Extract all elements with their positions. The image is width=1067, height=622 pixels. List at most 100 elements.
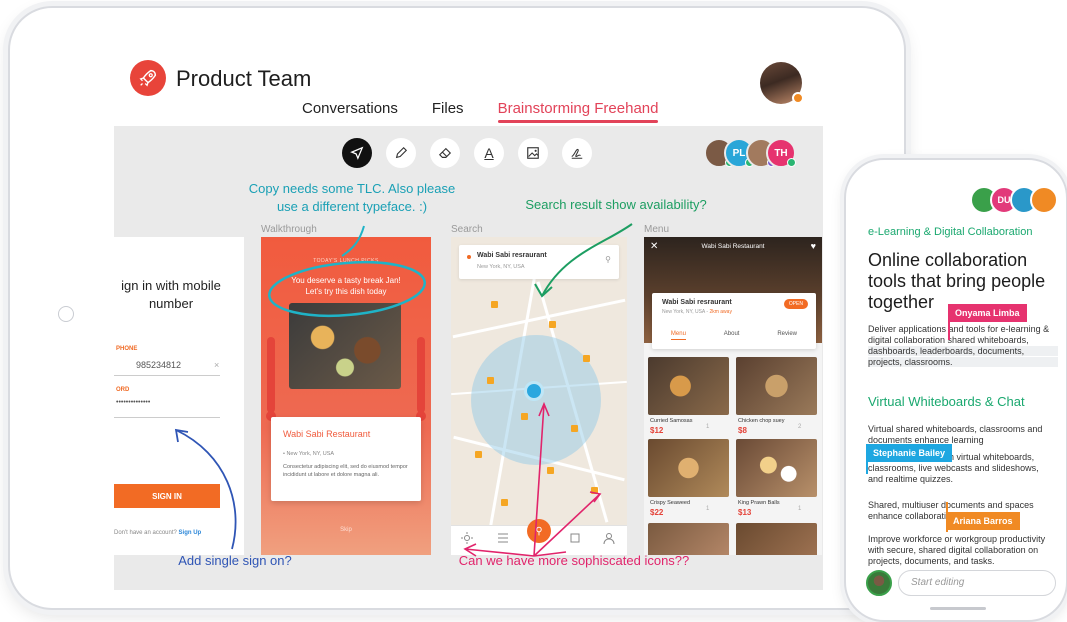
search-icon[interactable]: ⚲ bbox=[605, 255, 611, 264]
phone-collaborator-avatars: DU bbox=[970, 186, 1060, 216]
map-marker-icon[interactable] bbox=[487, 377, 494, 384]
signin-mockup[interactable]: ign in with mobile number PHONE 98523481… bbox=[114, 237, 244, 555]
phone-label: PHONE bbox=[116, 346, 138, 352]
eraser-tool-button[interactable] bbox=[430, 138, 460, 168]
restaurant-card[interactable]: Wabi Sabi Restaurant • New York, NY, USA… bbox=[271, 417, 421, 501]
pen-tool-button[interactable] bbox=[386, 138, 416, 168]
sun-icon[interactable] bbox=[461, 532, 473, 544]
phone-paragraph-5: Improve workforce or workgroup productiv… bbox=[868, 534, 1046, 566]
menu-item-quantity[interactable]: 1 bbox=[706, 424, 709, 430]
map-marker-icon[interactable] bbox=[475, 451, 482, 458]
skip-link[interactable]: Skip bbox=[261, 527, 431, 533]
no-account-text: Don't have an account? bbox=[114, 530, 177, 536]
carousel-rail-right bbox=[417, 337, 425, 413]
tab-conversations[interactable]: Conversations bbox=[302, 100, 398, 121]
clear-icon: × bbox=[214, 360, 220, 370]
start-editing-input[interactable]: Start editing bbox=[898, 570, 1056, 596]
comment-composer: Start editing bbox=[866, 570, 1056, 598]
location-pin-icon bbox=[467, 255, 471, 259]
signup-link[interactable]: Sign Up bbox=[179, 530, 202, 536]
frame-label-search: Search bbox=[451, 224, 483, 235]
pointer-tool-button[interactable] bbox=[342, 138, 372, 168]
map-marker-icon[interactable] bbox=[491, 301, 498, 308]
restaurant-description: Consectetur adipiscing elit, sed do eius… bbox=[283, 464, 408, 478]
user-avatar[interactable] bbox=[760, 62, 804, 104]
annotation-typeface-line2: use a different typeface. :) bbox=[276, 199, 428, 214]
map-marker-icon[interactable] bbox=[549, 321, 556, 328]
phone-paragraph-2: Virtual shared whiteboards, classrooms a… bbox=[868, 424, 1043, 445]
cursor-name: Onyama Limba bbox=[955, 308, 1020, 318]
cursor-name: Ariana Barros bbox=[953, 516, 1013, 526]
tablet-device: Product Team Conversations Files Brainst… bbox=[8, 6, 906, 610]
home-indicator[interactable] bbox=[930, 607, 986, 610]
profile-icon[interactable] bbox=[603, 532, 615, 544]
menu-item-name: Crispy Seaweed bbox=[650, 500, 691, 506]
password-label: ORD bbox=[116, 387, 130, 393]
tab-files[interactable]: Files bbox=[432, 100, 464, 121]
list-icon[interactable] bbox=[569, 532, 581, 544]
signature-tool-button[interactable] bbox=[562, 138, 592, 168]
image-tool-button[interactable] bbox=[518, 138, 548, 168]
menu-item-price: $12 bbox=[650, 426, 664, 435]
dish-photo bbox=[289, 303, 401, 389]
tab-about[interactable]: About bbox=[724, 331, 740, 340]
signature-icon bbox=[571, 148, 583, 159]
current-location-icon[interactable] bbox=[524, 381, 544, 401]
food-photo[interactable] bbox=[736, 357, 817, 415]
annotation-availability[interactable]: Search result show availability? bbox=[496, 196, 736, 214]
tab-brainstorming-freehand[interactable]: Brainstorming Freehand bbox=[497, 100, 658, 123]
text-tool-button[interactable]: A bbox=[474, 138, 504, 168]
food-photo[interactable] bbox=[736, 523, 817, 555]
rocket-logo-icon[interactable] bbox=[130, 60, 166, 96]
collaborator-avatar-th[interactable]: TH bbox=[766, 138, 796, 168]
annotation-sso[interactable]: Add single sign on? bbox=[150, 552, 320, 570]
map-marker-icon[interactable] bbox=[571, 425, 578, 432]
food-photo[interactable] bbox=[648, 439, 729, 497]
map-marker-icon[interactable] bbox=[521, 413, 528, 420]
phone-device: DU e-Learning & Digital Collaboration On… bbox=[844, 158, 1067, 622]
tab-menu[interactable]: Menu bbox=[670, 331, 686, 340]
phone-paragraph-1: Deliver applications and tools for e-lea… bbox=[868, 324, 1050, 367]
collaborator-cursor-tag: Stephanie Bailey bbox=[866, 444, 953, 474]
signin-button[interactable]: SIGN IN bbox=[114, 484, 220, 508]
message-line2: Let's try this dish today bbox=[305, 287, 387, 296]
phone-underline bbox=[114, 375, 220, 376]
map-marker-icon[interactable] bbox=[591, 487, 598, 494]
map-search-box[interactable]: Wabi Sabi resraurant New York, NY, USA ⚲ bbox=[459, 245, 619, 279]
collaborator-cursor-tag: Ariana Barros bbox=[946, 502, 1020, 532]
food-photo[interactable] bbox=[648, 357, 729, 415]
walkthrough-mockup[interactable]: TODAY'S LUNCH PICKS You deserve a tasty … bbox=[261, 237, 431, 555]
collaborator-avatar[interactable] bbox=[1030, 186, 1058, 214]
grid-icon[interactable] bbox=[497, 532, 509, 544]
food-photo[interactable] bbox=[648, 523, 729, 555]
open-status-badge: OPEN bbox=[783, 299, 808, 309]
tab-review[interactable]: Review bbox=[777, 331, 797, 340]
drawing-toolbar: A bbox=[342, 138, 592, 168]
search-fab-button[interactable]: ⚲ bbox=[527, 519, 551, 543]
food-photo[interactable] bbox=[736, 439, 817, 497]
map-marker-icon[interactable] bbox=[501, 499, 508, 506]
password-value: •••••••••••••• bbox=[116, 399, 151, 406]
annotation-icons[interactable]: Can we have more sophiscated icons?? bbox=[434, 552, 714, 570]
stage: Product Team Conversations Files Brainst… bbox=[0, 0, 1067, 622]
restaurant-address: • New York, NY, USA bbox=[283, 451, 335, 457]
composer-avatar bbox=[866, 570, 892, 596]
image-icon bbox=[527, 147, 539, 159]
frame-label-walkthrough: Walkthrough bbox=[261, 224, 317, 235]
restaurant-name: Wabi Sabi Restaurant bbox=[283, 429, 371, 439]
menu-item-quantity[interactable]: 1 bbox=[798, 506, 801, 512]
search-map-mockup[interactable]: Wabi Sabi resraurant New York, NY, USA ⚲… bbox=[451, 237, 627, 555]
menu-item-quantity[interactable]: 2 bbox=[798, 424, 801, 430]
menu-item-quantity[interactable]: 1 bbox=[706, 506, 709, 512]
restaurant-address: New York, NY, USA - 2km away bbox=[662, 309, 732, 315]
restaurant-name: Wabi Sabi resraurant bbox=[662, 299, 732, 306]
annotation-typeface[interactable]: Copy needs some TLC. Also please use a d… bbox=[212, 180, 492, 216]
search-icon: ⚲ bbox=[535, 525, 543, 537]
map-marker-icon[interactable] bbox=[547, 467, 554, 474]
menu-mockup[interactable]: ✕ Wabi Sabi Restaurant ♥ Wabi Sabi resra… bbox=[644, 237, 822, 555]
team-title: Product Team bbox=[176, 66, 312, 91]
map-marker-icon[interactable] bbox=[583, 355, 590, 362]
heart-icon[interactable]: ♥ bbox=[811, 241, 816, 251]
menu-item-name: Curried Samosas bbox=[650, 418, 693, 424]
avatar-initials: PL bbox=[732, 147, 746, 159]
